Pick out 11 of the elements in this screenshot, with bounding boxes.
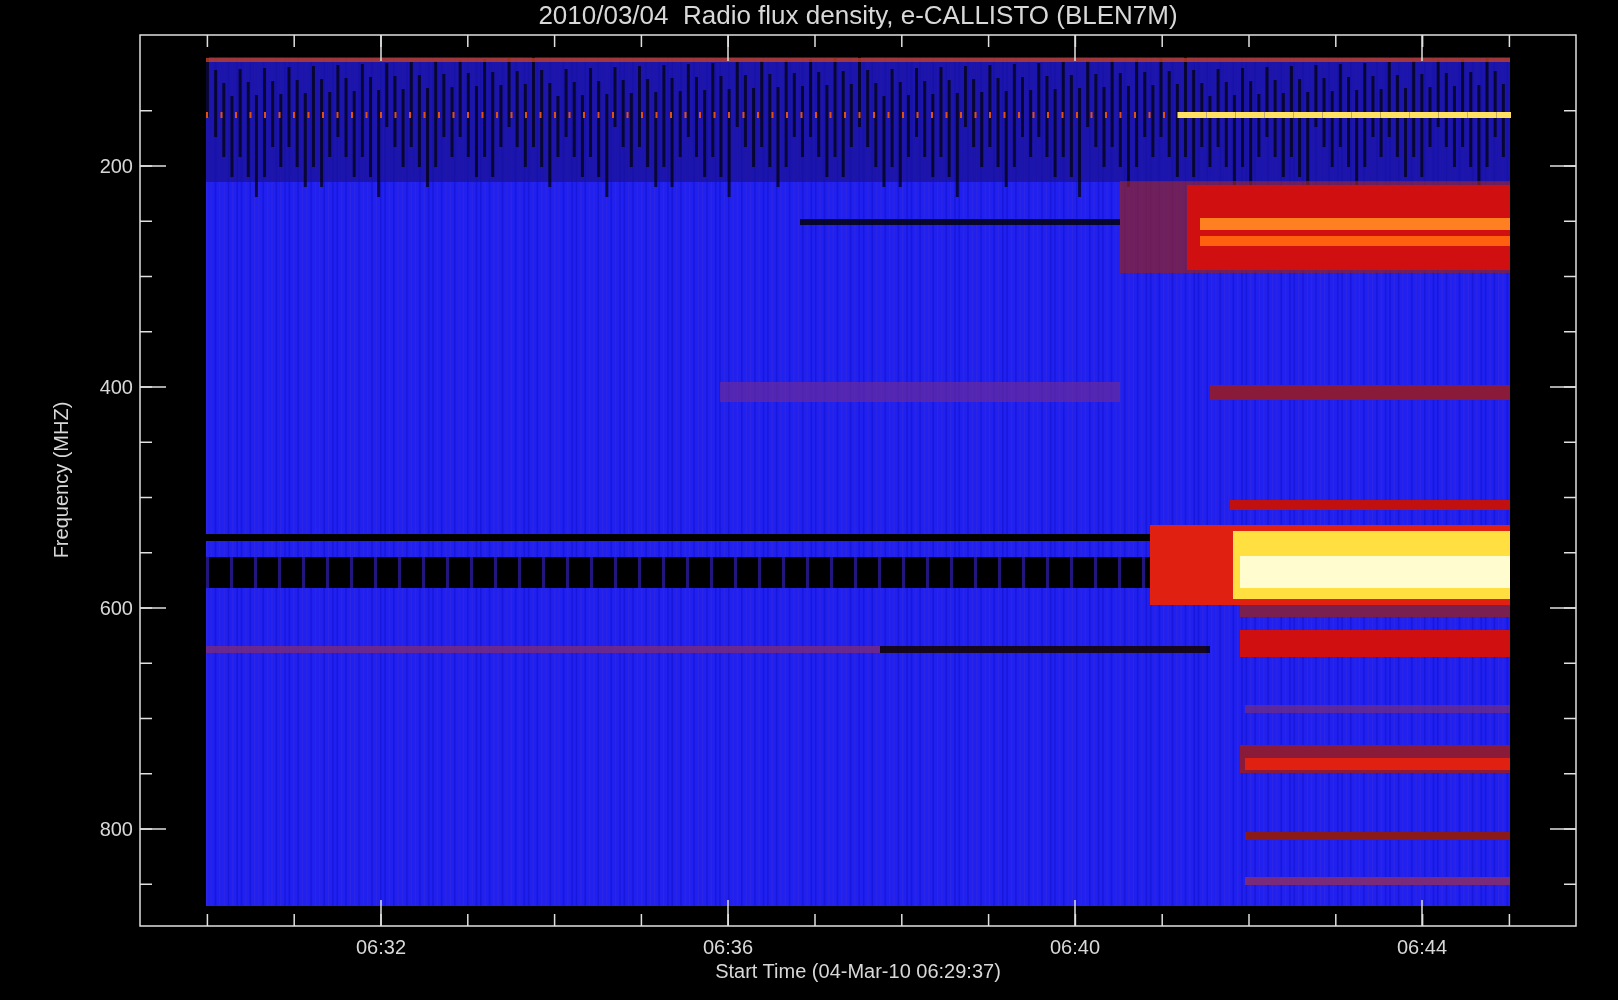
y-tick-label: 400 (99, 376, 133, 398)
x-tick-label: 06:32 (355, 936, 407, 958)
y-tick-label: 800 (99, 818, 133, 840)
y-tick-label: 600 (99, 597, 133, 619)
y-tick-label: 200 (99, 155, 133, 177)
x-tick-label: 06:36 (702, 936, 754, 958)
x-axis-label: Start Time (04-Mar-10 06:29:37) (715, 960, 1001, 982)
x-tick-label: 06:44 (1396, 936, 1448, 958)
x-tick-label: 06:40 (1049, 936, 1101, 958)
y-axis-label: Frequency (MHZ) (50, 401, 72, 559)
chart-title: 2010/03/04 Radio flux density, e-CALLISTO (BLEN7M) (538, 0, 1178, 30)
